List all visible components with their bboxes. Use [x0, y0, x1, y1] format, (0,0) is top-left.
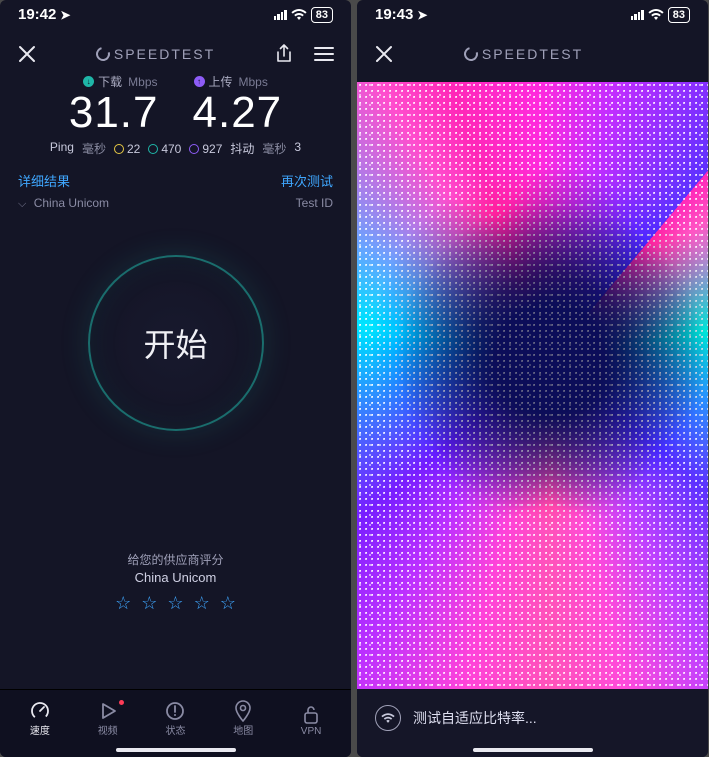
- tab-speed[interactable]: 速度: [10, 700, 70, 737]
- alert-icon: [145, 700, 205, 722]
- wifi-icon: [648, 9, 664, 21]
- ping-idle: 22: [127, 142, 140, 156]
- status-time: 19:42: [18, 6, 56, 23]
- tab-label: VPN: [281, 726, 341, 737]
- ping-label: Ping: [50, 140, 74, 157]
- gauge-icon: [10, 700, 70, 722]
- brand-text: SPEEDTEST: [114, 46, 215, 62]
- tab-vpn[interactable]: VPN: [281, 704, 341, 737]
- menu-icon[interactable]: [313, 43, 335, 65]
- tab-label: 速度: [10, 722, 70, 737]
- ping-down-icon: [148, 144, 158, 154]
- ping-idle-icon: [114, 144, 124, 154]
- location-icon: ➤: [60, 8, 70, 22]
- brand-logo: SPEEDTEST: [464, 46, 583, 62]
- app-header: SPEEDTEST: [357, 25, 708, 69]
- rating-isp: China Unicom: [0, 570, 351, 585]
- wifi-tiny-icon: ⌵: [18, 198, 26, 210]
- play-icon: [78, 700, 138, 722]
- go-label: 开始: [143, 320, 207, 366]
- rating-block: 给您的供应商评分 China Unicom ☆ ☆ ☆ ☆ ☆: [0, 551, 351, 614]
- app-header: SPEEDTEST: [0, 25, 351, 69]
- tab-label: 地图: [213, 722, 273, 737]
- rating-prompt: 给您的供应商评分: [0, 551, 351, 568]
- jitter-value: 3: [294, 140, 301, 157]
- ping-unit: 毫秒: [82, 140, 106, 157]
- star-icon[interactable]: ☆: [115, 593, 131, 614]
- tab-bar: 速度 视频 状态 地图 VPN: [0, 689, 351, 757]
- share-icon[interactable]: [273, 43, 295, 65]
- battery-indicator: 83: [311, 7, 333, 23]
- rating-stars[interactable]: ☆ ☆ ☆ ☆ ☆: [0, 593, 351, 614]
- tab-video[interactable]: 视频: [78, 700, 138, 737]
- star-icon[interactable]: ☆: [220, 593, 236, 614]
- notification-dot-icon: [119, 700, 124, 705]
- video-test-animation: [357, 82, 708, 697]
- provider-name: ⌵ China Unicom: [18, 196, 109, 211]
- status-bar: 19:43 ➤ 83: [357, 0, 708, 25]
- wifi-circle-icon: [375, 705, 401, 731]
- wifi-icon: [291, 9, 307, 21]
- download-icon: ↓: [83, 76, 94, 87]
- ping-up-icon: [189, 144, 199, 154]
- lock-icon: [281, 704, 341, 726]
- pin-icon: [213, 700, 273, 722]
- details-link[interactable]: 详细结果: [18, 171, 70, 190]
- gauge-icon: [93, 44, 112, 63]
- test-id-label[interactable]: Test ID: [296, 196, 333, 211]
- tab-status[interactable]: 状态: [145, 700, 205, 737]
- ping-row: Ping 毫秒 22 470 927 抖动 毫秒 3: [16, 140, 335, 157]
- tab-map[interactable]: 地图: [213, 700, 273, 737]
- upload-value: 4.27: [193, 88, 283, 138]
- ping-up: 927: [202, 142, 222, 156]
- location-icon: ➤: [417, 8, 427, 22]
- brand-text: SPEEDTEST: [482, 46, 583, 62]
- bottom-status: 测试自适应比特率...: [357, 689, 708, 757]
- upload-icon: ↑: [194, 76, 205, 87]
- status-message: 测试自适应比特率...: [413, 708, 537, 728]
- jitter-unit: 毫秒: [262, 140, 286, 157]
- screenshot-right: 19:43 ➤ 83 SPEEDTEST 测试自适应比特率...: [357, 0, 708, 757]
- home-indicator[interactable]: [116, 748, 236, 752]
- brand-logo: SPEEDTEST: [96, 46, 215, 62]
- ping-down: 470: [161, 142, 181, 156]
- cellular-icon: [274, 10, 287, 20]
- tab-label: 状态: [145, 722, 205, 737]
- star-icon[interactable]: ☆: [141, 593, 157, 614]
- battery-indicator: 83: [668, 7, 690, 23]
- results-panel: ↓ 下载 Mbps ↑ 上传 Mbps 31.7 4.27 Ping 毫秒 22…: [0, 69, 351, 211]
- cellular-icon: [631, 10, 644, 20]
- close-icon[interactable]: [16, 43, 38, 65]
- star-icon[interactable]: ☆: [167, 593, 183, 614]
- retest-link[interactable]: 再次测试: [281, 171, 333, 190]
- status-bar: 19:42 ➤ 83: [0, 0, 351, 25]
- gauge-icon: [461, 44, 480, 63]
- jitter-label: 抖动: [230, 140, 254, 157]
- screenshot-left: 19:42 ➤ 83 SPEEDTEST: [0, 0, 351, 757]
- star-icon[interactable]: ☆: [194, 593, 210, 614]
- go-button[interactable]: 开始: [88, 255, 264, 431]
- status-time: 19:43: [375, 6, 413, 23]
- download-value: 31.7: [69, 88, 159, 138]
- home-indicator[interactable]: [473, 748, 593, 752]
- tab-label: 视频: [78, 722, 138, 737]
- close-icon[interactable]: [373, 43, 395, 65]
